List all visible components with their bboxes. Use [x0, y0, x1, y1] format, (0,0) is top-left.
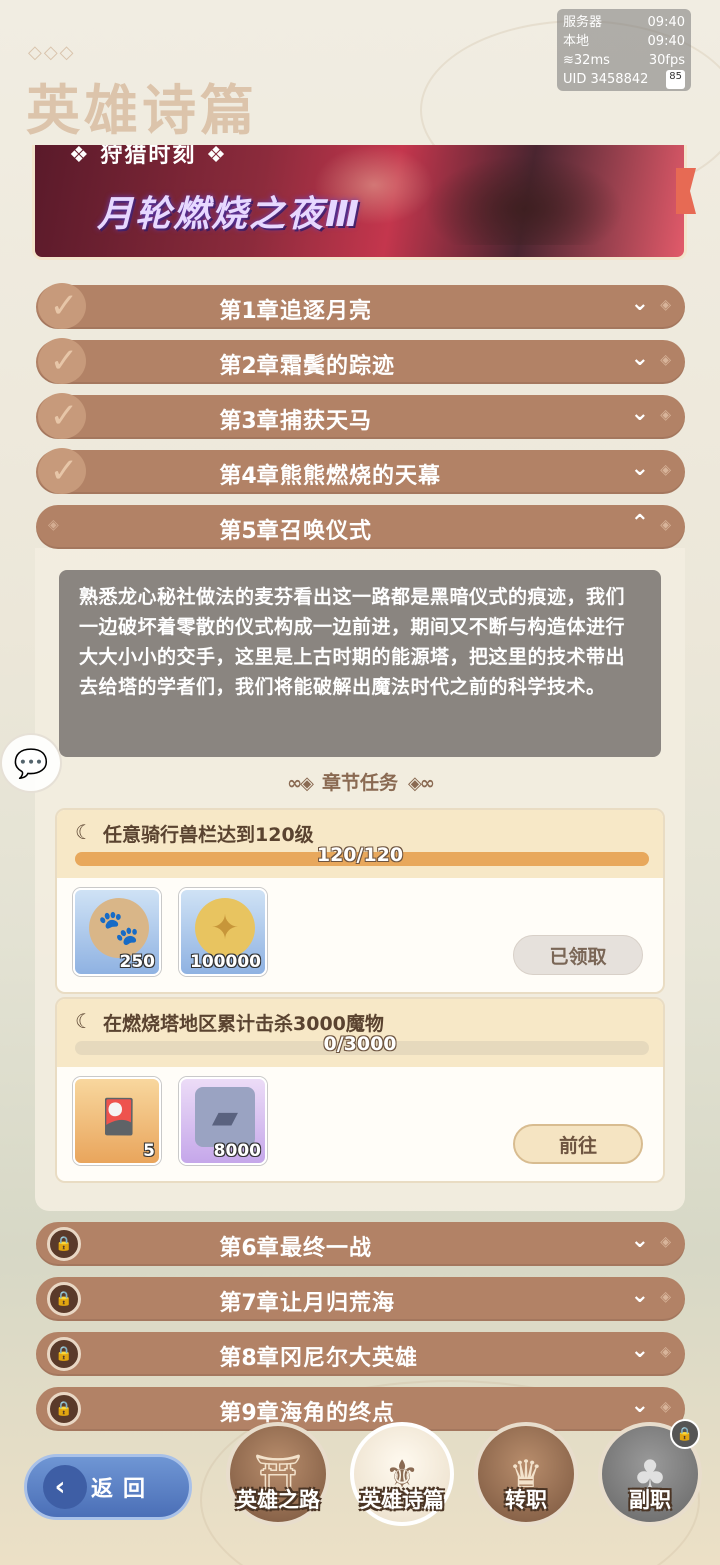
- event-banner[interactable]: ❖ 狩猎时刻 ❖ 月轮燃烧之夜Ⅲ: [32, 145, 687, 260]
- nav-label: 英雄之路: [236, 1488, 320, 1512]
- chapter-name: 召唤仪式: [280, 519, 373, 544]
- chapter-row[interactable]: ✓ 第3章 捕获天马 ⌄ ◈: [36, 393, 685, 441]
- nav-hero-road[interactable]: ⛩ 英雄之路: [226, 1422, 330, 1526]
- check-icon: ✓: [38, 448, 90, 496]
- ornament-icon: ◈∞: [408, 773, 435, 794]
- nav-label: 转职: [505, 1488, 547, 1512]
- iron-ingot-icon: ▰: [195, 1087, 255, 1147]
- chapter-row[interactable]: 🔒 第9章 海角的终点 ⌄ ◈: [36, 1387, 685, 1431]
- status-overlay: 服务器 09:40 本地 09:40 ≋32ms 30fps UID 3458842 8…: [557, 9, 691, 91]
- nav-label: 副职: [629, 1488, 671, 1512]
- page-title: 英雄诗篇: [26, 79, 258, 142]
- chapter-row-current[interactable]: ◈ 第5章 召唤仪式 ⌃ ◈: [36, 505, 685, 549]
- server-label: 服务器: [563, 15, 603, 30]
- chapter-name: 冈尼尔大英雄: [280, 1346, 419, 1371]
- chapter-row[interactable]: 🔒 第7章 让月归荒海 ⌄ ◈: [36, 1277, 685, 1321]
- reward-count: 8000: [213, 1141, 261, 1161]
- chapter-name: 最终一战: [280, 1236, 373, 1261]
- nav-label: 英雄诗篇: [360, 1488, 444, 1512]
- diamond-icon: ◈: [660, 1234, 671, 1250]
- diamond-icon: ◈: [660, 1289, 671, 1305]
- diamond-icon: ◈: [660, 462, 671, 478]
- diamond-icon: ◈: [48, 517, 59, 533]
- ornament-icon: ∞◈: [287, 773, 314, 794]
- back-label: 返回: [91, 1477, 156, 1502]
- lock-icon: 🔒: [38, 1385, 90, 1433]
- chevron-down-icon[interactable]: ⌄: [631, 346, 649, 371]
- banner-subtitle: ❖ 狩猎时刻 ❖: [69, 145, 228, 168]
- chevron-down-icon[interactable]: ⌄: [631, 1393, 649, 1418]
- chapter-name: 捕获天马: [280, 409, 373, 434]
- server-time: 09:40: [647, 15, 685, 30]
- progress-text: 0/3000: [323, 1033, 397, 1055]
- chapter-name: 海角的终点: [280, 1401, 396, 1426]
- chevron-down-icon[interactable]: ⌄: [631, 291, 649, 316]
- fps-value: 30fps: [648, 53, 685, 68]
- reward-item[interactable]: 🐾 250: [73, 888, 161, 976]
- chevron-up-icon[interactable]: ⌃: [631, 511, 649, 536]
- task-card: ☾ 在燃烧塔地区累计击杀3000魔物 0/3000 🎴 5 ▰ 8000 前往: [55, 997, 665, 1183]
- reward-count: 250: [119, 952, 156, 972]
- check-icon: ✓: [38, 393, 90, 441]
- chevron-down-icon[interactable]: ⌄: [631, 1283, 649, 1308]
- diamond-icon: ◈: [660, 1344, 671, 1360]
- ping-value: 32ms: [573, 53, 610, 68]
- lock-icon: 🔒: [38, 1275, 90, 1323]
- lock-icon: 🔒: [38, 1220, 90, 1268]
- uid-text: UID 3458842: [563, 72, 649, 87]
- diamond-icon: ◈: [660, 517, 671, 533]
- lock-icon: 🔒: [38, 1330, 90, 1378]
- nav-job-change[interactable]: ♛ 转职: [474, 1422, 578, 1526]
- local-time: 09:40: [647, 34, 685, 49]
- chapter-description: 熟悉龙心秘社做法的麦芬看出这一路都是黑暗仪式的痕迹，我们一边破坏着零散的仪式构成…: [59, 570, 661, 757]
- section-title: ∞◈ 章节任务 ◈∞: [287, 772, 435, 794]
- diamond-icon: ◈: [660, 407, 671, 423]
- nav-hero-epic[interactable]: ⚜ 英雄诗篇: [350, 1422, 454, 1526]
- chapter-row[interactable]: 🔒 第6章 最终一战 ⌄ ◈: [36, 1222, 685, 1266]
- back-arrow-icon: ‹: [43, 1465, 87, 1509]
- moon-icon: ☾: [75, 1009, 93, 1033]
- chapter-row[interactable]: 🔒 第8章 冈尼尔大英雄 ⌄ ◈: [36, 1332, 685, 1376]
- task-name: 任意骑行兽栏达到120级: [103, 824, 314, 846]
- chapter-name: 霜鬓的踪迹: [280, 354, 396, 379]
- diamond-icon: ◈: [660, 352, 671, 368]
- check-icon: ✓: [38, 338, 90, 386]
- banner-art: [424, 155, 624, 245]
- ticket-card-icon: 🎴: [97, 1097, 141, 1137]
- task-card: ☾ 任意骑行兽栏达到120级 120/120 🐾 250 ✦ 100000 已领…: [55, 808, 665, 994]
- lock-icon: 🔒: [670, 1419, 700, 1449]
- chevron-down-icon[interactable]: ⌄: [631, 1338, 649, 1363]
- moon-icon: ☾: [75, 820, 93, 844]
- check-icon: ✓: [38, 283, 90, 331]
- chapter-name: 让月归荒海: [280, 1291, 396, 1316]
- banner-title: 月轮燃烧之夜Ⅲ: [97, 194, 362, 235]
- chapter-row[interactable]: ✓ 第2章 霜鬓的踪迹 ⌄ ◈: [36, 338, 685, 386]
- wifi-icon: ≋: [563, 53, 574, 68]
- chapter-name: 熊熊燃烧的天幕: [280, 464, 442, 489]
- reward-count: 5: [143, 1141, 155, 1161]
- progress-text: 120/120: [316, 844, 404, 866]
- gold-coin-icon: ✦: [195, 898, 255, 958]
- title-diamond-icon: ◇◇◇: [28, 42, 76, 63]
- reward-count: 100000: [190, 952, 261, 972]
- back-button[interactable]: ‹ 返回: [24, 1454, 192, 1520]
- chevron-down-icon[interactable]: ⌄: [631, 401, 649, 426]
- diamond-icon: ◈: [660, 1399, 671, 1415]
- reward-item[interactable]: ✦ 100000: [179, 888, 267, 976]
- pet-food-bag-icon: 🐾: [89, 898, 149, 958]
- banner-bookmark-icon: [676, 168, 696, 214]
- task-name: 在燃烧塔地区累计击杀3000魔物: [103, 1013, 384, 1035]
- diamond-icon: ◈: [660, 297, 671, 313]
- chevron-down-icon[interactable]: ⌄: [631, 1228, 649, 1253]
- reward-item[interactable]: ▰ 8000: [179, 1077, 267, 1165]
- chapter-row[interactable]: ✓ 第1章 追逐月亮 ⌄ ◈: [36, 283, 685, 331]
- local-label: 本地: [563, 34, 590, 49]
- chapter-row[interactable]: ✓ 第4章 熊熊燃烧的天幕 ⌄ ◈: [36, 448, 685, 496]
- uid-badge: 85: [666, 70, 685, 89]
- chapter-name: 追逐月亮: [280, 299, 373, 324]
- chevron-down-icon[interactable]: ⌄: [631, 456, 649, 481]
- go-button[interactable]: 前往: [513, 1124, 643, 1164]
- claimed-button[interactable]: 已领取: [513, 935, 643, 975]
- reward-item[interactable]: 🎴 5: [73, 1077, 161, 1165]
